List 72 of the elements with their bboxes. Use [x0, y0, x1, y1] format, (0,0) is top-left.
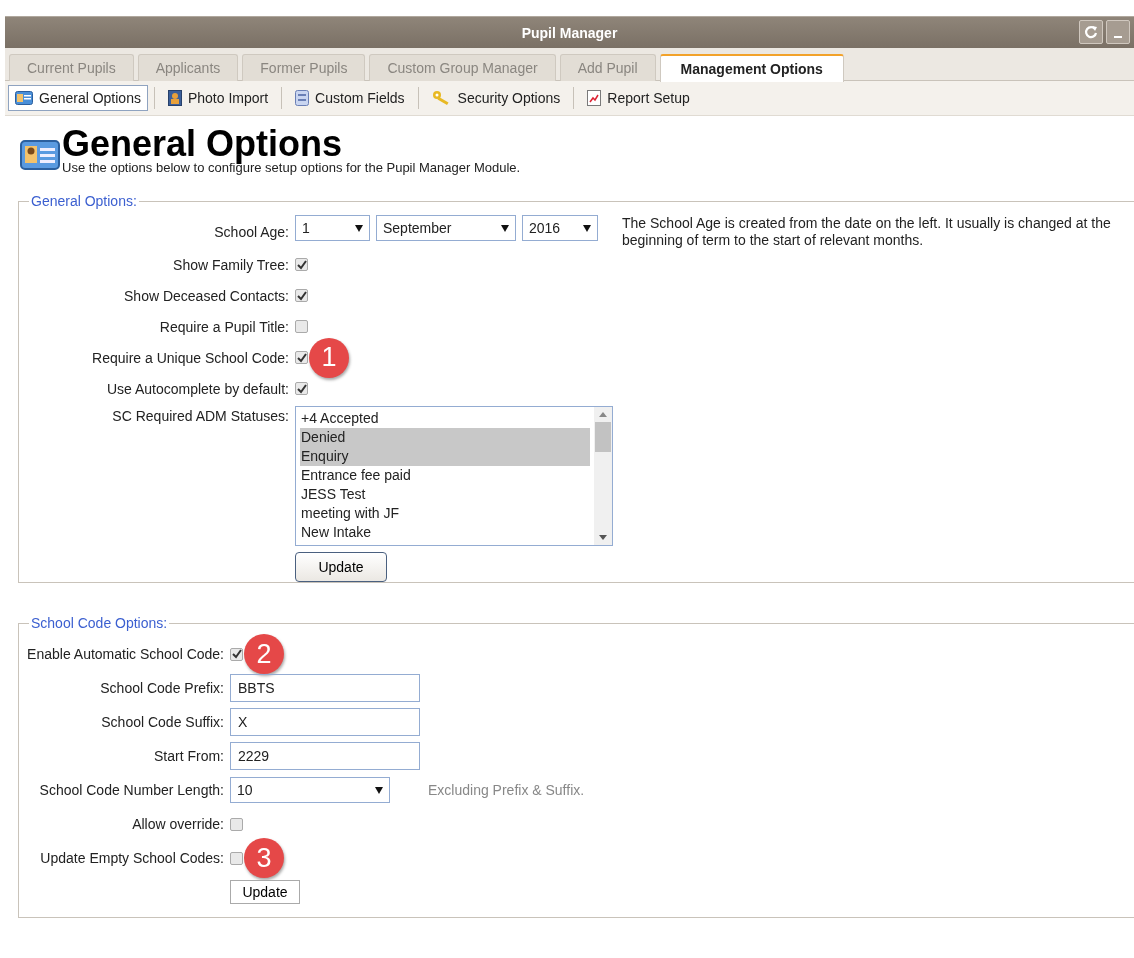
checkbox[interactable] [295, 351, 308, 364]
page-heading: General Options [62, 126, 344, 162]
list-option[interactable]: Enquiry [300, 447, 590, 466]
field-label: School Code Number Length: [38, 781, 225, 799]
window-title: Pupil Manager [521, 24, 618, 41]
scroll-down-icon[interactable] [599, 535, 607, 540]
checkbox[interactable] [230, 647, 243, 661]
list-option[interactable]: Denied [300, 428, 590, 447]
tab[interactable]: Management Options [659, 54, 844, 82]
field-label: Use Autocomplete by default: [105, 380, 290, 397]
id-card-icon [20, 138, 60, 172]
month-dropdown[interactable]: September [376, 215, 516, 241]
length-dropdown[interactable]: 10 [230, 777, 390, 803]
keys-icon [431, 90, 452, 106]
checkbox[interactable] [295, 320, 308, 333]
minimize-button[interactable] [1106, 20, 1130, 44]
form-icon [295, 90, 310, 106]
report-icon [587, 90, 602, 106]
toolbar-button[interactable]: Photo Import [160, 85, 276, 111]
field-label: Show Deceased Contacts: [123, 287, 290, 304]
toolbar-button[interactable]: General Options [8, 85, 148, 111]
year-dropdown[interactable]: 2016 [522, 215, 598, 241]
checkbox[interactable] [295, 258, 308, 271]
refresh-icon [1084, 25, 1098, 39]
toolbar-button[interactable]: Custom Fields [288, 85, 412, 111]
field-label: Start From: [153, 747, 225, 765]
field-label: Require a Pupil Title: [158, 318, 290, 335]
update-button[interactable]: Update [230, 880, 300, 904]
list-option[interactable]: Entrance fee paid [300, 466, 590, 485]
help-text: The School Age is created from the date on the left. It usually is changed at the beginning of term to the start of relevant months. [622, 215, 1112, 249]
callout-badge: 1 [309, 337, 349, 378]
section-legend: School Code Options: [29, 615, 170, 631]
callout-badge: 2 [244, 634, 284, 674]
caret-icon [375, 786, 383, 794]
field-label: Show Family Tree: [172, 256, 290, 273]
section-legend: General Options: [29, 193, 139, 209]
caret-icon [583, 224, 591, 232]
update-button[interactable]: Update [295, 552, 387, 582]
list-option[interactable]: +4 Accepted [300, 409, 590, 428]
status-listbox[interactable]: +4 Accepted Denied Enquiry Entrance fee paid JESS Test meeting with JF New Intake [295, 406, 613, 546]
field-label: School Code Prefix: [99, 679, 225, 697]
field-label: Enable Automatic School Code: [26, 645, 225, 663]
day-dropdown[interactable]: 1 [295, 215, 370, 241]
callout-badge: 3 [244, 838, 284, 878]
field-label: Update Empty School Codes: [39, 849, 225, 867]
refresh-button[interactable] [1079, 20, 1103, 44]
portrait-icon [167, 90, 182, 106]
toolbar-button[interactable]: Security Options [424, 85, 568, 111]
caret-icon [501, 224, 509, 232]
text-field[interactable]: 2229 [230, 742, 420, 770]
scroll-thumb[interactable] [595, 422, 611, 452]
list-option[interactable]: meeting with JF [300, 504, 590, 523]
field-label: SC Required ADM Statuses: [111, 407, 290, 424]
toolbar-button[interactable]: Report Setup [580, 85, 697, 111]
text-field[interactable]: X [230, 708, 420, 736]
list-option[interactable]: JESS Test [300, 485, 590, 504]
checkbox[interactable] [230, 817, 243, 831]
field-label: Require a Unique School Code: [91, 349, 290, 366]
field-label: School Age: [213, 224, 290, 240]
help-text: Excluding Prefix & Suffix. [428, 782, 585, 798]
minimize-icon [1114, 36, 1122, 38]
list-option[interactable]: New Intake [300, 523, 590, 542]
field-label: School Code Suffix: [100, 713, 225, 731]
caret-icon [355, 224, 363, 232]
id-card-icon [15, 91, 33, 105]
scroll-up-icon[interactable] [599, 412, 607, 417]
text-field[interactable]: BBTS [230, 674, 420, 702]
checkbox[interactable] [295, 289, 308, 302]
checkbox[interactable] [295, 382, 308, 395]
checkbox[interactable] [230, 851, 243, 865]
scrollbar[interactable] [594, 407, 612, 545]
field-label: Allow override: [131, 815, 225, 833]
